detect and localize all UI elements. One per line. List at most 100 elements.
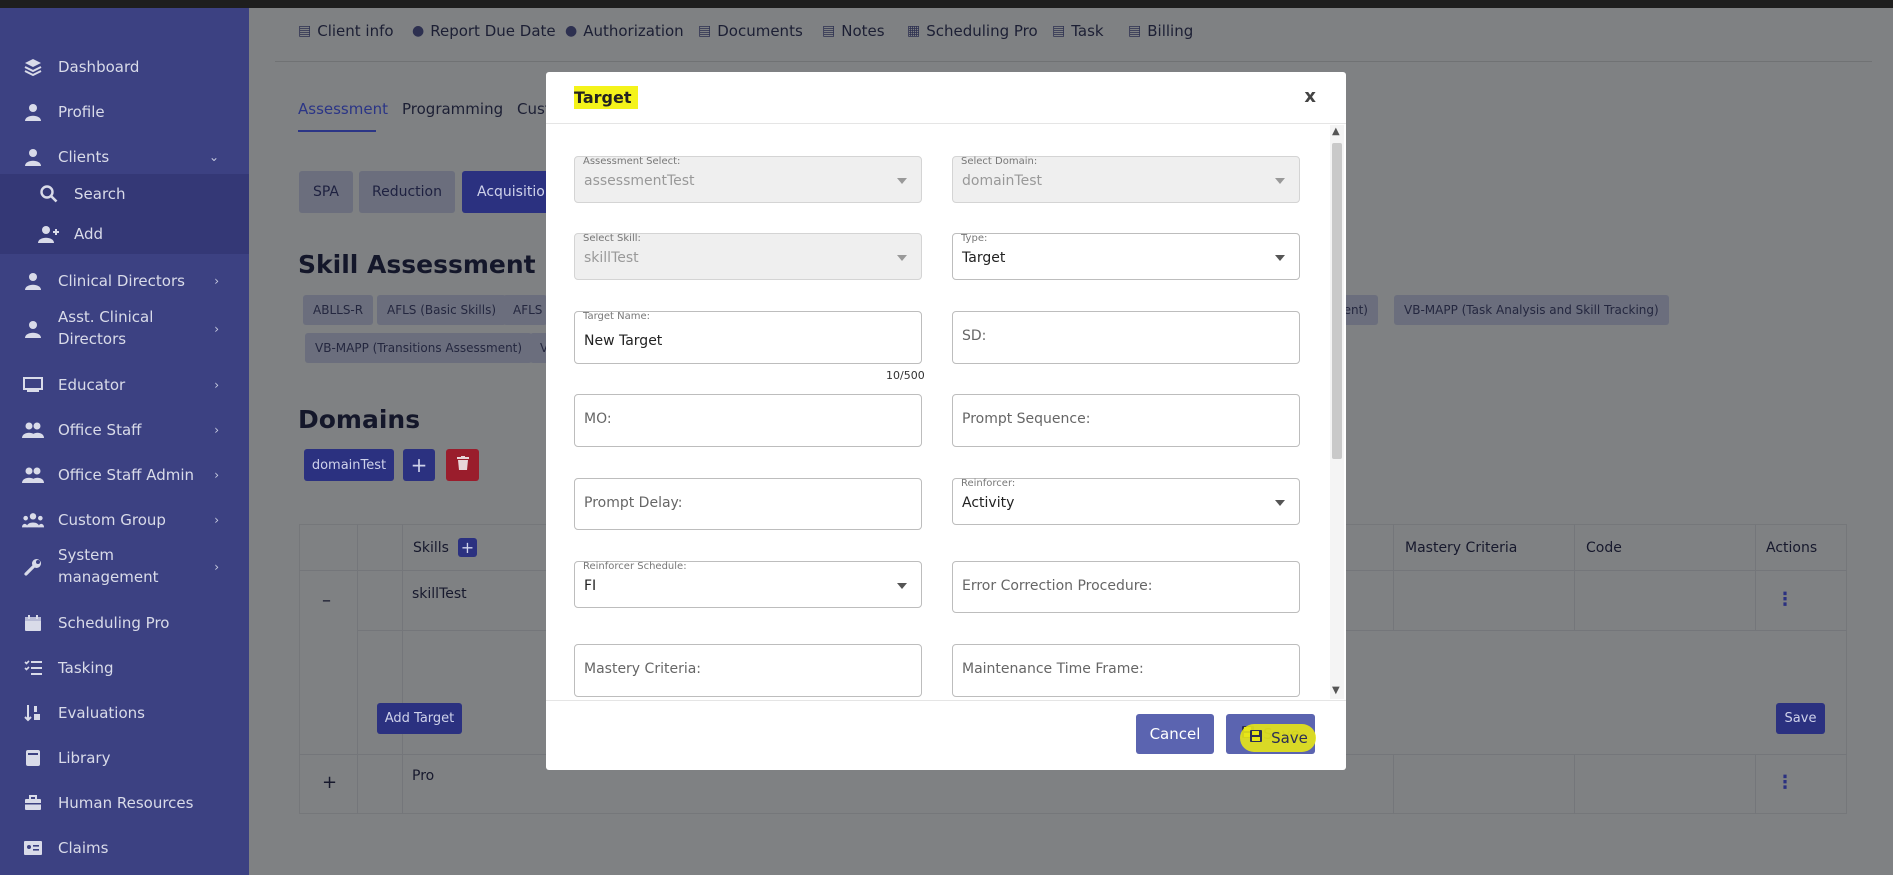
target-modal: Target x Assessment Select: assessmentTe… [546, 72, 1346, 770]
modal-footer: Cancel Save [546, 700, 1346, 770]
scroll-thumb[interactable] [1332, 143, 1342, 459]
cancel-button[interactable]: Cancel [1136, 714, 1214, 754]
reinforcer-schedule-select[interactable]: Reinforcer Schedule: FI [574, 561, 922, 608]
user-icon [22, 147, 44, 167]
skill-assessment-title: Skill Assessment [298, 250, 536, 279]
tab-label: Task [1071, 22, 1104, 40]
sidebar-item-asst-clinical-directors[interactable]: Asst. Clinical Directors › [0, 306, 249, 352]
add-target-button[interactable]: Add Target [377, 703, 462, 734]
calendar-icon: ▦ [907, 23, 921, 39]
sidebar-item-office-staff-admin[interactable]: Office Staff Admin › [0, 457, 249, 493]
sidebar-item-label: Human Resources [58, 793, 194, 812]
prompt-delay-input[interactable]: Prompt Delay: [574, 478, 922, 530]
tab-scheduling-pro[interactable]: ▦ Scheduling Pro [907, 22, 1038, 40]
field-placeholder: SD: [962, 328, 987, 344]
mo-input[interactable]: MO: [574, 394, 922, 447]
sidebar-item-scheduling-pro[interactable]: Scheduling Pro [0, 605, 249, 641]
tab-label: Documents [717, 22, 803, 40]
tab-authorization[interactable]: ● Authorization [565, 22, 684, 40]
skill-select[interactable]: Select Skill: skillTest [574, 233, 922, 280]
chip-vb-mapp-task-analysis[interactable]: VB-MAPP (Task Analysis and Skill Trackin… [1394, 295, 1669, 325]
collapse-row-toggle[interactable]: – [322, 590, 331, 611]
caret-down-icon [897, 178, 907, 184]
maintenance-time-frame-input[interactable]: Maintenance Time Frame: [952, 644, 1300, 697]
sidebar-item-clients[interactable]: Clients ⌄ [0, 139, 249, 175]
sidebar-item-system-management[interactable]: System management › [0, 544, 249, 590]
sidebar-item-educator[interactable]: Educator › [0, 367, 249, 403]
chip-afls-partial[interactable]: AFLS ( [503, 295, 547, 325]
chevron-right-icon: › [214, 322, 219, 336]
briefcase-icon [22, 793, 44, 813]
tab-label: Billing [1147, 22, 1194, 40]
sidebar-item-evaluations[interactable]: Evaluations [0, 695, 249, 731]
chip-vb-mapp-transitions[interactable]: VB-MAPP (Transitions Assessment) [305, 333, 533, 363]
tab-programming[interactable]: Programming [402, 100, 503, 118]
row-actions-kebab-icon[interactable]: ⋮ [1776, 772, 1794, 793]
sidebar-item-office-staff[interactable]: Office Staff › [0, 412, 249, 448]
users-icon [22, 465, 44, 485]
header-actions: Actions [1766, 540, 1818, 556]
pill-spa[interactable]: SPA [299, 171, 353, 213]
sidebar-item-label: Search [74, 184, 126, 203]
error-correction-input[interactable]: Error Correction Procedure: [952, 561, 1300, 613]
scroll-down-icon[interactable]: ▼ [1332, 685, 1340, 696]
search-icon [38, 184, 60, 204]
add-domain-button[interactable]: + [403, 449, 435, 481]
char-counter: 10/500 [886, 369, 925, 382]
pill-acquisition[interactable]: Acquisition [462, 171, 552, 213]
row-save-button[interactable]: Save [1776, 703, 1825, 734]
tab-documents[interactable]: ▤ Documents [698, 22, 803, 40]
chip-afls-basic[interactable]: AFLS (Basic Skills) [377, 295, 506, 325]
type-select[interactable]: Type: Target [952, 233, 1300, 280]
modal-scrollbar[interactable]: ▲ ▼ [1330, 125, 1344, 699]
tab-task[interactable]: ▤ Task [1052, 22, 1104, 40]
col-divider [1755, 754, 1756, 814]
tab-assessment[interactable]: Assessment [298, 100, 388, 118]
domain-button[interactable]: domainTest [304, 449, 394, 481]
sidebar-item-human-resources[interactable]: Human Resources [0, 785, 249, 821]
tab-client-info[interactable]: ▤ Client info [298, 22, 394, 40]
sd-input[interactable]: SD: [952, 311, 1300, 364]
sidebar-item-custom-group[interactable]: Custom Group › [0, 502, 249, 538]
expand-row-toggle[interactable]: + [322, 772, 337, 793]
field-placeholder: Prompt Sequence: [962, 411, 1091, 427]
mastery-criteria-input[interactable]: Mastery Criteria: [574, 644, 922, 697]
save-button-overlay[interactable]: Save [1242, 726, 1315, 750]
tab-label: Client info [317, 22, 394, 40]
sort-icon [22, 703, 44, 723]
col-divider [1755, 524, 1756, 630]
delete-domain-button[interactable] [446, 449, 479, 481]
sidebar-item-label: Add [74, 224, 104, 243]
caret-down-icon [1275, 255, 1285, 261]
reinforcer-select[interactable]: Reinforcer: Activity [952, 478, 1300, 525]
assessment-select[interactable]: Assessment Select: assessmentTest [574, 156, 922, 203]
sidebar-item-library[interactable]: Library [0, 740, 249, 776]
sidebar-item-claims[interactable]: Claims [0, 830, 249, 866]
sidebar: Dashboard Profile Clients ⌄ Search Add C… [0, 8, 249, 875]
field-label: Reinforcer: [961, 478, 1016, 489]
sidebar-item-label: Library [58, 748, 111, 767]
col-divider [1574, 524, 1575, 630]
add-skill-button[interactable]: + [458, 538, 477, 557]
col-divider [357, 524, 358, 814]
domain-select[interactable]: Select Domain: domainTest [952, 156, 1300, 203]
close-button[interactable]: x [1304, 86, 1316, 107]
tab-billing[interactable]: ▤ Billing [1128, 22, 1193, 40]
tab-report-due-date[interactable]: ● Report Due Date [412, 22, 556, 40]
sidebar-item-tasking[interactable]: Tasking [0, 650, 249, 686]
sidebar-item-clinical-directors[interactable]: Clinical Directors › [0, 263, 249, 299]
field-placeholder: Error Correction Procedure: [962, 578, 1153, 594]
id-card-icon [22, 838, 44, 858]
target-name-input[interactable]: Target Name: New Target [574, 311, 922, 364]
row-actions-kebab-icon[interactable]: ⋮ [1776, 589, 1794, 610]
sidebar-item-add[interactable]: Add [0, 214, 249, 254]
layers-icon [22, 57, 44, 77]
pill-reduction[interactable]: Reduction [359, 171, 455, 213]
prompt-sequence-input[interactable]: Prompt Sequence: [952, 394, 1300, 447]
sidebar-item-search[interactable]: Search [0, 174, 249, 214]
chip-ablls-r[interactable]: ABLLS-R [303, 295, 374, 325]
tab-notes[interactable]: ▤ Notes [822, 22, 885, 40]
sidebar-item-profile[interactable]: Profile [0, 94, 249, 130]
scroll-up-icon[interactable]: ▲ [1332, 126, 1340, 137]
sidebar-item-dashboard[interactable]: Dashboard [0, 49, 249, 85]
